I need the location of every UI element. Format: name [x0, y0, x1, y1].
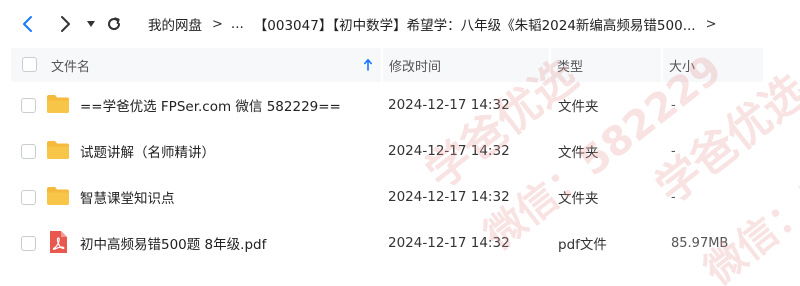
chevron-right-icon	[61, 16, 70, 32]
file-type: pdf文件	[558, 237, 607, 253]
breadcrumb-separator: >	[212, 16, 223, 32]
back-button[interactable]	[18, 12, 38, 36]
select-all-checkbox[interactable]	[22, 57, 37, 72]
file-row[interactable]: ==学爸优选 FPSer.com 微信 582229== 2024-12-17 …	[0, 82, 800, 128]
column-header-modified[interactable]: 修改时间	[383, 48, 549, 82]
file-modified: 2024-12-17 14:32	[388, 97, 510, 113]
file-type: 文件夹	[558, 99, 599, 115]
sort-ascending-icon[interactable]	[363, 57, 373, 73]
history-dropdown-button[interactable]	[84, 12, 98, 36]
file-row[interactable]: 初中高频易错500题 8年级.pdf 2024-12-17 14:32 pdf文…	[0, 220, 800, 266]
folder-icon	[47, 95, 69, 113]
file-size: -	[671, 143, 676, 159]
file-row[interactable]: 智慧课堂知识点 2024-12-17 14:32 文件夹 -	[0, 174, 800, 220]
column-header-size[interactable]: 大小	[663, 48, 763, 82]
file-modified: 2024-12-17 14:32	[388, 189, 510, 205]
row-checkbox[interactable]	[21, 144, 36, 159]
refresh-icon	[108, 17, 121, 30]
breadcrumb-root[interactable]: 我的网盘	[148, 14, 202, 34]
file-name[interactable]: 试题讲解（名师精讲）	[80, 128, 215, 174]
breadcrumb-current[interactable]: 【003047】【初中数学】希望学：八年级《朱韬2024新编高频易错500...	[254, 14, 696, 34]
file-row[interactable]: 试题讲解（名师精讲） 2024-12-17 14:32 文件夹 -	[0, 128, 800, 174]
refresh-button[interactable]	[104, 12, 124, 36]
breadcrumb: 我的网盘 > ... 【003047】【初中数学】希望学：八年级《朱韬2024新…	[148, 13, 724, 35]
column-header-name-label: 文件名	[51, 59, 91, 75]
breadcrumb-ellipsis[interactable]: ...	[231, 16, 244, 32]
folder-icon	[47, 141, 69, 159]
column-header-type[interactable]: 类型	[551, 48, 661, 82]
column-header-type-label: 类型	[557, 59, 584, 75]
breadcrumb-separator: >	[705, 16, 717, 32]
file-size: 85.97MB	[671, 235, 729, 251]
chevron-left-icon	[23, 16, 32, 32]
caret-down-icon	[87, 21, 95, 27]
file-size: -	[671, 189, 676, 205]
column-header-modified-label: 修改时间	[389, 59, 442, 75]
file-modified: 2024-12-17 14:32	[388, 235, 510, 251]
file-type: 文件夹	[558, 145, 599, 161]
file-modified: 2024-12-17 14:32	[388, 143, 510, 159]
row-checkbox[interactable]	[21, 236, 36, 251]
file-name[interactable]: ==学爸优选 FPSer.com 微信 582229==	[80, 82, 341, 128]
forward-button[interactable]	[55, 12, 75, 36]
row-checkbox[interactable]	[21, 98, 36, 113]
pdf-file-icon	[50, 231, 67, 253]
file-name[interactable]: 智慧课堂知识点	[80, 174, 175, 220]
folder-icon	[47, 187, 69, 205]
file-name[interactable]: 初中高频易错500题 8年级.pdf	[80, 220, 266, 266]
toolbar: 我的网盘 > ... 【003047】【初中数学】希望学：八年级《朱韬2024新…	[0, 0, 800, 48]
file-type: 文件夹	[558, 191, 599, 207]
column-header-name[interactable]: 文件名	[11, 48, 381, 82]
row-checkbox[interactable]	[21, 190, 36, 205]
file-size: -	[671, 97, 676, 113]
file-list-header: 文件名 修改时间 类型 大小	[0, 48, 800, 82]
column-header-size-label: 大小	[669, 59, 696, 75]
